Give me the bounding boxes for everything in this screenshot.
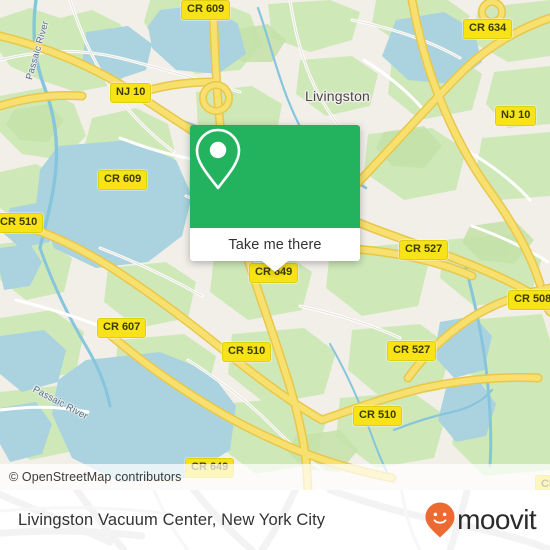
shield-cr-510-mid: CR 510: [222, 342, 272, 362]
map-popup-card[interactable]: Take me there: [190, 125, 360, 272]
footer-bar: Livingston Vacuum Center, New York City …: [0, 490, 550, 550]
shield-nj-10-right: NJ 10: [495, 106, 537, 126]
shield-cr-609-top: CR 609: [181, 0, 231, 20]
moovit-logo[interactable]: moovit: [424, 501, 537, 539]
shield-nj-10-left: NJ 10: [110, 83, 152, 103]
shield-cr-609-mid: CR 609: [98, 170, 148, 190]
map-attribution-bar: © OpenStreetMap contributors: [0, 464, 550, 490]
shield-cr-508: CR 508: [508, 290, 550, 310]
place-title: Livingston Vacuum Center, New York City: [18, 510, 326, 529]
take-me-there-label: Take me there: [228, 236, 322, 253]
popup-footer[interactable]: Take me there: [190, 228, 360, 272]
shield-cr-510-lower: CR 510: [353, 406, 403, 426]
popup-header: [190, 125, 360, 228]
moovit-map-page: Livingston Passaic River Passaic River C…: [0, 0, 550, 550]
openstreetmap-attribution[interactable]: © OpenStreetMap contributors: [0, 470, 182, 484]
footer-content: Livingston Vacuum Center, New York City …: [0, 490, 550, 550]
shield-cr-527-upper: CR 527: [399, 240, 449, 260]
map-canvas[interactable]: Livingston Passaic River Passaic River C…: [0, 0, 550, 490]
shield-cr-527-lower: CR 527: [387, 341, 437, 361]
moovit-smiley-pin-icon: [425, 502, 455, 538]
shield-cr-510-left: CR 510: [0, 213, 44, 233]
moovit-wordmark: moovit: [457, 504, 536, 535]
map-pin-icon: [195, 128, 241, 190]
shield-cr-607: CR 607: [97, 318, 147, 338]
popup-tail-arrow: [262, 261, 288, 272]
shield-cr-634: CR 634: [463, 19, 513, 39]
